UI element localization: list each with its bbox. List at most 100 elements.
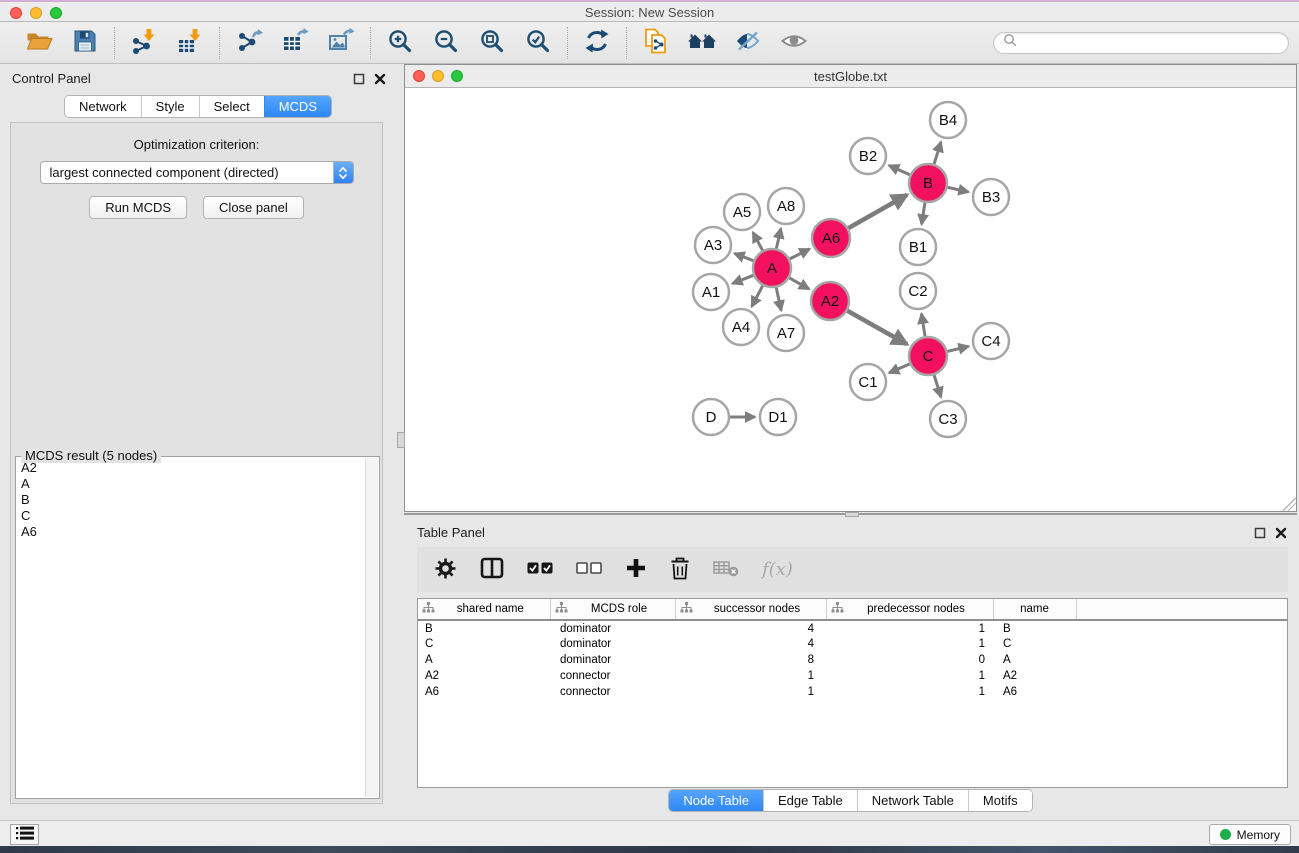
column-header-predecessor-nodes[interactable]: predecessor nodes [826,599,993,620]
cell[interactable]: dominator [550,636,675,652]
search-input[interactable] [1022,35,1279,51]
edge-C-C4[interactable] [948,346,969,351]
node-A6[interactable]: A6 [812,219,850,257]
node-C3[interactable]: C3 [930,401,966,437]
cell[interactable]: 1 [675,668,826,684]
import-table-button[interactable] [171,26,209,60]
node-B2[interactable]: B2 [850,138,886,174]
column-header-mcds-role[interactable]: MCDS role [550,599,675,620]
cell[interactable]: 1 [826,684,993,700]
zoom-selected-button[interactable] [519,26,557,60]
zoom-out-button[interactable] [427,26,465,60]
cell[interactable]: A6 [418,684,550,700]
tab-network[interactable]: Network [65,96,141,117]
cell[interactable]: 0 [826,652,993,668]
node-C2[interactable]: C2 [900,273,936,309]
table-row-c[interactable]: Cdominator41C [418,636,1287,652]
table-tab-node-table[interactable]: Node Table [669,790,763,811]
cell[interactable]: connector [550,684,675,700]
node-A8[interactable]: A8 [768,188,804,224]
table-tab-network-table[interactable]: Network Table [857,790,968,811]
network-canvas[interactable]: B4B2BB3A8A5A6A3B1AC2A1A2A4A7C4CC1DD1C3 [405,88,1296,511]
close-panel-button[interactable]: Close panel [203,196,304,219]
hide-graphics-details-button[interactable] [729,26,767,60]
export-network-button[interactable] [230,26,268,60]
node-A5[interactable]: A5 [724,194,760,230]
clone-network-button[interactable] [637,26,675,60]
function-builder-button[interactable]: f(x) [762,559,793,580]
node-A3[interactable]: A3 [695,227,731,263]
node-A4[interactable]: A4 [723,309,759,345]
edge-A-A7[interactable] [776,288,781,311]
edge-A-A5[interactable] [753,232,763,250]
cell[interactable]: 1 [826,668,993,684]
edge-A-A4[interactable] [752,286,763,307]
show-columns-button[interactable] [480,557,504,582]
node-B3[interactable]: B3 [973,179,1009,215]
edge-B-B4[interactable] [934,142,941,164]
select-all-button[interactable] [527,562,553,578]
cell[interactable]: 1 [826,636,993,652]
add-column-button[interactable] [625,557,647,582]
node-C[interactable]: C [909,337,947,375]
table-row-a[interactable]: Adominator80A [418,652,1287,668]
cell[interactable]: 4 [675,620,826,636]
cell[interactable]: 1 [675,684,826,700]
open-session-button[interactable] [20,26,58,60]
edge-A-A1[interactable] [732,275,753,283]
cell[interactable]: B [993,620,1076,636]
close-panel-icon[interactable] [374,72,386,90]
node-C1[interactable]: C1 [850,364,886,400]
node-A7[interactable]: A7 [768,315,804,351]
node-C4[interactable]: C4 [973,323,1009,359]
node-B4[interactable]: B4 [930,102,966,138]
task-history-button[interactable] [10,824,39,845]
result-item-a[interactable]: A [17,476,364,492]
show-graphics-details-button[interactable] [775,26,813,60]
cell[interactable]: C [993,636,1076,652]
tab-mcds[interactable]: MCDS [264,96,331,117]
import-network-button[interactable] [125,26,163,60]
cell[interactable]: C [418,636,550,652]
edge-A-A2[interactable] [789,278,809,289]
column-header-name[interactable]: name [993,599,1076,620]
node-A[interactable]: A [753,249,791,287]
edge-A-A6[interactable] [790,249,810,259]
export-table-button[interactable] [276,26,314,60]
result-item-a2[interactable]: A2 [17,460,364,476]
edge-C-C1[interactable] [889,364,910,373]
cell[interactable]: A2 [993,668,1076,684]
cell[interactable]: A2 [418,668,550,684]
search-box[interactable] [993,32,1289,54]
cell[interactable]: connector [550,668,675,684]
result-item-a6[interactable]: A6 [17,524,364,540]
result-scrollbar[interactable] [365,458,378,797]
close-table-panel-icon[interactable] [1275,526,1287,544]
result-item-b[interactable]: B [17,492,364,508]
cell[interactable]: B [418,620,550,636]
apply-layout-button[interactable] [578,26,616,60]
cell[interactable]: 4 [675,636,826,652]
node-D1[interactable]: D1 [760,399,796,435]
tab-style[interactable]: Style [141,96,199,117]
home-button[interactable] [683,26,721,60]
edge-A2-C[interactable] [847,311,907,345]
edge-A-A3[interactable] [734,253,753,260]
resize-grip[interactable] [1283,498,1296,511]
edge-A6-B[interactable] [848,195,907,228]
table-row-a2[interactable]: A2connector11A2 [418,668,1287,684]
cell[interactable]: 1 [826,620,993,636]
zoom-in-button[interactable] [381,26,419,60]
float-table-panel-icon[interactable] [1254,526,1266,544]
table-tab-edge-table[interactable]: Edge Table [763,790,857,811]
memory-button[interactable]: Memory [1209,824,1291,845]
node-B1[interactable]: B1 [900,229,936,265]
cell[interactable]: dominator [550,652,675,668]
zoom-fit-button[interactable] [473,26,511,60]
node-A1[interactable]: A1 [693,274,729,310]
run-mcds-button[interactable]: Run MCDS [89,196,187,219]
edge-B-B3[interactable] [948,187,969,192]
edge-A-A8[interactable] [776,228,781,248]
tab-select[interactable]: Select [199,96,264,117]
cell[interactable]: A6 [993,684,1076,700]
